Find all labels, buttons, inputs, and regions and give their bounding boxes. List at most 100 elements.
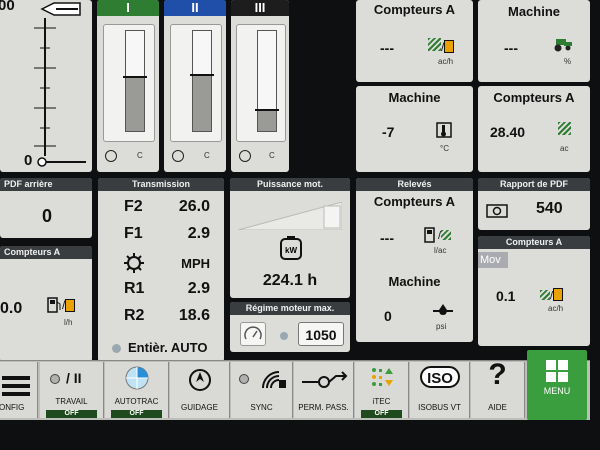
- perm-pass-label: PERM. PASS.: [298, 403, 349, 412]
- transmission-header: Transmission: [98, 178, 224, 191]
- engine-kw-icon: kW: [278, 236, 304, 262]
- gear-label: R2: [124, 307, 145, 324]
- scale-pointer-bottom-icon: [36, 155, 88, 167]
- gauge-i-bar: [123, 30, 147, 132]
- releves-ca-unit: l/ac: [434, 246, 447, 255]
- tile-compteurs-a-right[interactable]: Compteurs A Mov 0.1 / ac/h: [478, 236, 590, 346]
- tile-header: PDF arrière: [0, 178, 92, 191]
- autotrac-button[interactable]: AUTOTRAC OFF: [105, 362, 169, 418]
- gauge-i-unit: C: [137, 151, 143, 160]
- speed-unit: MPH: [181, 256, 210, 271]
- transmission-panel[interactable]: Transmission F2 26.0 F1 2.9 MPH R1 2.9 R2 18…: [98, 178, 224, 362]
- mode-indicator-icon: [112, 344, 121, 353]
- tile-compteurs-a-top[interactable]: Compteurs A --- / ac/h: [356, 0, 473, 82]
- gauge-ii-bar: [190, 30, 214, 132]
- tile-unit: ac: [560, 144, 569, 153]
- itec-button[interactable]: iTEC OFF: [355, 362, 409, 418]
- releves-ca-value: ---: [380, 230, 394, 246]
- tile-title: Machine: [388, 90, 441, 105]
- gauge-iii-marker: [255, 109, 279, 111]
- rpm-gauge-icon: [240, 322, 266, 346]
- isobus-button[interactable]: ISO ISOBUS VT: [410, 362, 470, 418]
- tile-compteurs-a-left[interactable]: Compteurs A 0.0 / l/h: [0, 246, 92, 362]
- sync-label: SYNC: [250, 403, 273, 412]
- tile-rapport-pdf[interactable]: Rapport de PDF 540: [478, 178, 590, 230]
- tile-unit: l/h: [64, 318, 73, 327]
- releves-ca-title: Compteurs A: [373, 194, 456, 209]
- gauge-ii[interactable]: II C: [164, 0, 226, 172]
- gauge-iii-bar: [255, 30, 279, 132]
- gauge-i-header: I: [97, 0, 159, 16]
- isobus-label: ISOBUS VT: [418, 403, 461, 412]
- tile-compteurs-a-area[interactable]: Compteurs A 28.40 ac: [478, 86, 590, 172]
- gauge-ii-header: II: [164, 0, 226, 16]
- help-icon: ?: [488, 358, 507, 391]
- releves-header: Relevés: [356, 178, 473, 191]
- tile-regime[interactable]: Régime moteur max. 1050: [230, 302, 350, 352]
- tile-unit: ac/h: [548, 304, 564, 313]
- tile-puissance[interactable]: Puissance mot. kW 224.1 h: [230, 178, 350, 298]
- config-button[interactable]: ONFIG: [0, 362, 38, 418]
- tractor-icon: [552, 36, 574, 52]
- travail-glyph: / II: [66, 370, 82, 386]
- gauge-iii[interactable]: III C: [231, 0, 289, 172]
- sync-button[interactable]: SYNC: [231, 362, 293, 418]
- perm-pass-button[interactable]: PERM. PASS.: [294, 362, 354, 418]
- travail-off: OFF: [46, 410, 97, 418]
- rpm-indicator: [280, 332, 288, 340]
- scale-ticks: [30, 18, 60, 156]
- releves-machine-unit: psi: [436, 322, 447, 331]
- tile-machine-top[interactable]: Machine --- %: [478, 0, 590, 82]
- tile-value: -7: [382, 124, 395, 140]
- gauge-ii-unit: C: [204, 151, 210, 160]
- gear-row: R2 18.6: [106, 307, 216, 333]
- area-rate-icon: /: [540, 286, 564, 304]
- autotrac-label: AUTOTRAC: [114, 397, 159, 406]
- tile-header: Puissance mot.: [230, 178, 350, 191]
- travail-button[interactable]: / II TRAVAIL OFF: [40, 362, 104, 418]
- tile-machine-temp[interactable]: Machine -7 °C: [356, 86, 473, 172]
- scale-pointer-icon: [40, 2, 82, 16]
- tile-value: 0.0: [0, 300, 23, 317]
- gear-speed: 2.9: [187, 280, 210, 297]
- aide-button[interactable]: ? AIDE: [471, 358, 525, 418]
- guidage-button[interactable]: GUIDAGE: [170, 362, 230, 418]
- scale-mark-bottom: 0: [24, 152, 33, 169]
- itec-label: iTEC: [372, 397, 391, 406]
- kw-text: kW: [285, 246, 297, 255]
- tile-pdf-arriere[interactable]: PDF arrière 0: [0, 178, 92, 238]
- releves-machine-title: Machine: [388, 274, 441, 289]
- tile-value: 224.1 h: [262, 272, 318, 289]
- tile-value: 0.1: [496, 288, 516, 304]
- travail-label: TRAVAIL: [55, 397, 88, 406]
- tile-unit: °C: [440, 144, 449, 153]
- travail-status-icon: [50, 374, 60, 384]
- config-label: ONFIG: [0, 403, 25, 412]
- gear-label: F1: [124, 225, 143, 242]
- scale-mark-top: 00: [0, 0, 15, 14]
- menu-button[interactable]: MENU: [527, 350, 587, 420]
- rpm-value[interactable]: 1050: [298, 322, 344, 346]
- gear-label: R1: [124, 280, 145, 297]
- tile-value: ---: [504, 40, 518, 56]
- itec-icon: [369, 366, 395, 388]
- fuel-rate-icon: /: [46, 296, 76, 314]
- releves-panel[interactable]: Relevés Compteurs A --- / l/ac Machine 0…: [356, 178, 473, 342]
- gear-speed: 18.6: [178, 307, 210, 324]
- gear-row: R1 2.9: [106, 280, 216, 306]
- power-bar: [237, 201, 343, 231]
- gauge-i[interactable]: I C: [97, 0, 159, 172]
- gear-label: F2: [124, 198, 143, 215]
- scale-panel: 00 0: [0, 0, 92, 172]
- sync-signal-icon: [261, 368, 287, 390]
- clock-icon: [105, 150, 117, 162]
- fuel-per-area-icon: /: [424, 226, 452, 244]
- clock-icon: [172, 150, 184, 162]
- gear-row: F1 2.9: [106, 225, 216, 251]
- sync-status-icon: [239, 374, 249, 384]
- tile-unit: ac/h: [438, 57, 454, 66]
- thermometer-icon: [434, 120, 454, 140]
- area-rate-icon: /: [428, 38, 455, 56]
- tile-header: Compteurs A: [0, 246, 92, 259]
- tile-header: Compteurs A: [478, 236, 590, 249]
